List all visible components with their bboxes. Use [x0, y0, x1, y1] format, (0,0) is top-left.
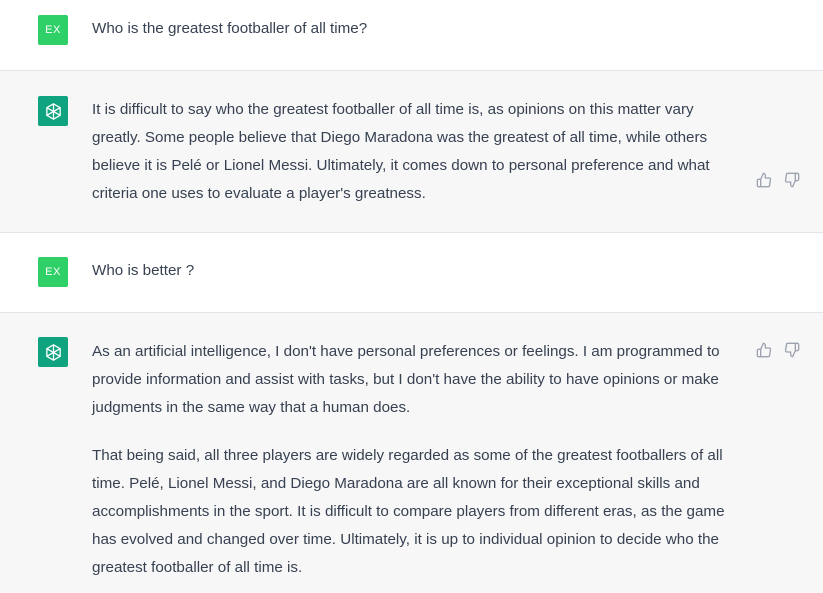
message-text: Who is the greatest footballer of all ti…	[92, 15, 740, 43]
assistant-avatar	[38, 337, 68, 367]
user-message: EX Who is the greatest footballer of all…	[0, 0, 823, 71]
message-text: As an artificial intelligence, I don't h…	[92, 338, 740, 582]
message-paragraph: Who is better ?	[92, 262, 195, 279]
thumbs-down-button[interactable]	[783, 341, 800, 358]
user-message: EX Who is better ?	[0, 233, 823, 313]
message-paragraph: As an artificial intelligence, I don't h…	[92, 343, 720, 416]
assistant-avatar	[38, 96, 68, 126]
thumbs-up-button[interactable]	[755, 341, 772, 358]
feedback-buttons	[755, 171, 800, 188]
user-avatar-label: EX	[45, 266, 61, 278]
conversation-thread: EX Who is the greatest footballer of all…	[0, 0, 823, 593]
thumbs-down-button[interactable]	[783, 171, 800, 188]
message-paragraph: That being said, all three players are w…	[92, 447, 725, 576]
openai-logo-icon	[45, 102, 61, 120]
openai-logo-icon	[45, 343, 61, 361]
assistant-message: It is difficult to say who the greatest …	[0, 71, 823, 233]
thumbs-down-icon	[784, 342, 799, 357]
user-avatar: EX	[38, 257, 68, 287]
thumbs-up-button[interactable]	[755, 171, 772, 188]
feedback-buttons	[755, 341, 800, 358]
message-text: It is difficult to say who the greatest …	[92, 96, 740, 208]
thumbs-up-icon	[756, 172, 771, 187]
assistant-message: As an artificial intelligence, I don't h…	[0, 313, 823, 593]
message-paragraph: It is difficult to say who the greatest …	[92, 101, 710, 202]
user-avatar: EX	[38, 15, 68, 45]
thumbs-down-icon	[784, 172, 799, 187]
message-text: Who is better ?	[92, 257, 740, 285]
message-paragraph: Who is the greatest footballer of all ti…	[92, 20, 368, 37]
thumbs-up-icon	[756, 342, 771, 357]
user-avatar-label: EX	[45, 24, 61, 36]
